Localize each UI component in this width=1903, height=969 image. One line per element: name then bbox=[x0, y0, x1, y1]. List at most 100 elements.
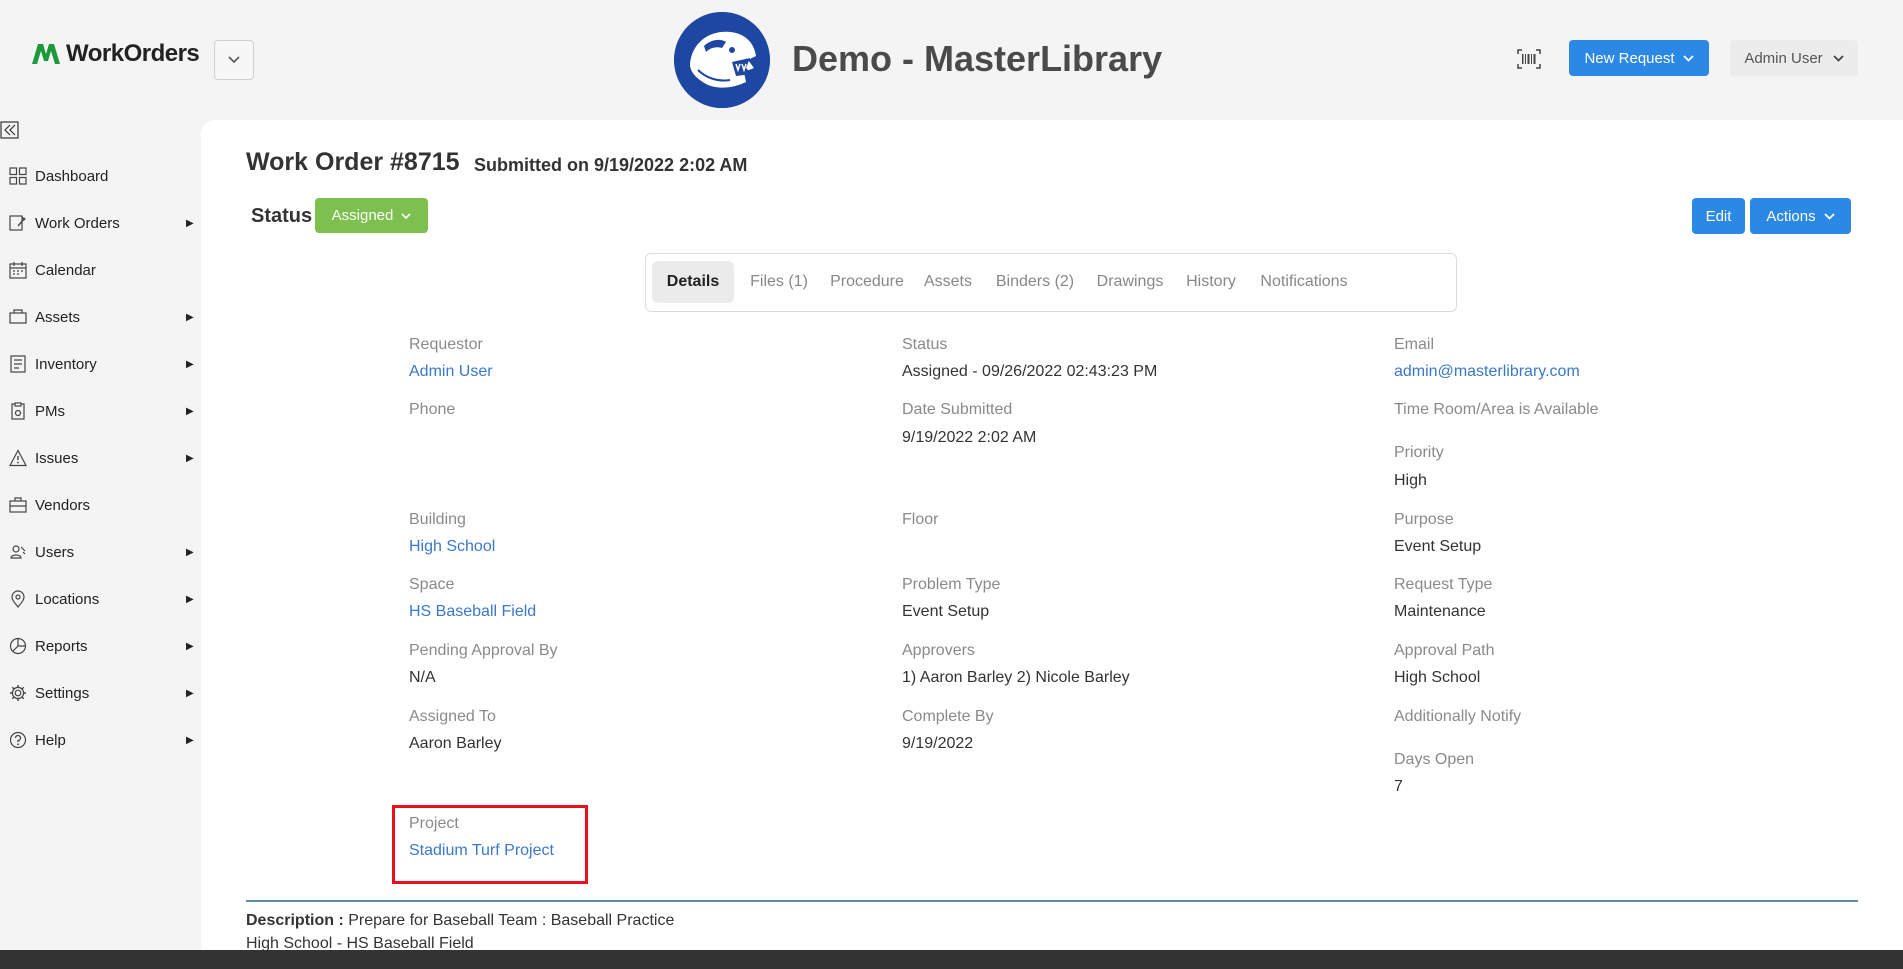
app-header: WorkOrders Demo - MasterLibrary New Requ… bbox=[0, 0, 1903, 120]
caret-right-icon: ▶ bbox=[186, 452, 194, 464]
actions-button[interactable]: Actions bbox=[1750, 198, 1851, 234]
tab-history[interactable]: History bbox=[1178, 261, 1244, 303]
users-icon bbox=[10, 545, 26, 559]
double-chevron-left-icon bbox=[0, 121, 19, 139]
sidebar-item-dashboard[interactable]: Dashboard bbox=[0, 156, 200, 196]
user-menu-label: Admin User bbox=[1744, 49, 1823, 67]
space-link[interactable]: HS Baseball Field bbox=[409, 603, 536, 621]
phone-label: Phone bbox=[409, 401, 456, 418]
vendors-icon bbox=[9, 497, 27, 513]
sidebar-collapse-button[interactable] bbox=[0, 120, 20, 140]
date-submitted-label: Date Submitted bbox=[902, 401, 1013, 418]
work-order-detail-panel: Work Order #8715 Submitted on 9/19/2022 … bbox=[201, 120, 1903, 950]
new-request-button[interactable]: New Request bbox=[1569, 40, 1709, 76]
time-room-label: Time Room/Area is Available bbox=[1394, 401, 1599, 418]
sidebar-item-label: Vendors bbox=[35, 496, 91, 514]
tab-assets[interactable]: Assets bbox=[916, 261, 980, 303]
approval-path-value: High School bbox=[1394, 669, 1481, 686]
sidebar-item-issues[interactable]: Issues ▶ bbox=[0, 438, 200, 478]
requestor-label: Requestor bbox=[409, 336, 483, 353]
status-value: Assigned bbox=[331, 207, 394, 224]
sidebar-item-label: Issues bbox=[35, 449, 79, 467]
purpose-value: Event Setup bbox=[1394, 538, 1482, 555]
sidebar-item-calendar[interactable]: Calendar bbox=[0, 250, 200, 290]
requestor-link[interactable]: Admin User bbox=[409, 363, 493, 381]
sidebar-item-reports[interactable]: Reports ▶ bbox=[0, 626, 200, 666]
description-label: Description : bbox=[246, 912, 344, 929]
complete-by-label: Complete By bbox=[902, 708, 994, 725]
tab-details[interactable]: Details bbox=[652, 261, 734, 303]
purpose-label: Purpose bbox=[1394, 511, 1454, 528]
sidebar-item-help[interactable]: Help ▶ bbox=[0, 720, 200, 760]
request-type-label: Request Type bbox=[1394, 576, 1493, 593]
status-field-label: Status bbox=[902, 336, 948, 353]
workorders-logo-icon bbox=[32, 44, 60, 64]
date-submitted-value: 9/19/2022 2:02 AM bbox=[902, 429, 1037, 446]
app-logo[interactable]: WorkOrders bbox=[30, 40, 200, 68]
sidebar-item-label: PMs bbox=[35, 402, 65, 420]
sidebar-item-label: Work Orders bbox=[35, 214, 120, 232]
complete-by-value: 9/19/2022 bbox=[902, 735, 974, 752]
section-divider bbox=[246, 900, 1858, 902]
work-orders-icon bbox=[9, 215, 26, 231]
sidebar-item-label: Calendar bbox=[35, 261, 96, 279]
days-open-label: Days Open bbox=[1394, 751, 1475, 768]
sidebar-item-pms[interactable]: PMs ▶ bbox=[0, 391, 200, 431]
caret-right-icon: ▶ bbox=[186, 640, 194, 652]
dashboard-icon bbox=[9, 167, 27, 185]
description-text: Prepare for Baseball Team : Baseball Pra… bbox=[343, 912, 675, 929]
tab-drawings[interactable]: Drawings bbox=[1089, 261, 1171, 303]
barcode-scan-button[interactable] bbox=[1514, 46, 1544, 72]
floor-label: Floor bbox=[902, 511, 939, 528]
caret-right-icon: ▶ bbox=[186, 546, 194, 558]
building-link[interactable]: High School bbox=[409, 538, 495, 556]
app-switcher-button[interactable] bbox=[214, 40, 254, 80]
sidebar-item-settings[interactable]: Settings ▶ bbox=[0, 673, 200, 713]
tab-procedure[interactable]: Procedure bbox=[824, 261, 910, 303]
chevron-down-icon bbox=[401, 212, 411, 219]
edit-button[interactable]: Edit bbox=[1692, 198, 1745, 234]
project-highlight-box bbox=[392, 805, 588, 884]
chevron-down-icon bbox=[1823, 212, 1835, 220]
sidebar-item-label: Locations bbox=[35, 590, 100, 608]
assigned-to-value: Aaron Barley bbox=[409, 735, 502, 752]
panther-mascot-icon bbox=[674, 12, 770, 108]
page-title: Work Order #8715 bbox=[246, 148, 460, 176]
app-name: WorkOrders bbox=[66, 40, 200, 67]
tab-files[interactable]: Files (1) bbox=[740, 261, 818, 303]
sidebar-item-label: Users bbox=[35, 543, 75, 561]
assets-icon bbox=[9, 309, 27, 324]
email-link[interactable]: admin@masterlibrary.com bbox=[1394, 363, 1580, 381]
tab-binders[interactable]: Binders (2) bbox=[987, 261, 1083, 303]
actions-label: Actions bbox=[1766, 207, 1816, 225]
sidebar-item-label: Help bbox=[35, 731, 66, 749]
approval-path-label: Approval Path bbox=[1394, 642, 1495, 659]
sidebar-item-vendors[interactable]: Vendors bbox=[0, 485, 200, 525]
sidebar-item-label: Settings bbox=[35, 684, 90, 702]
building-label: Building bbox=[409, 511, 466, 528]
pms-icon bbox=[11, 402, 25, 420]
priority-label: Priority bbox=[1394, 444, 1444, 461]
sidebar-item-work-orders[interactable]: Work Orders ▶ bbox=[0, 203, 200, 243]
user-menu-button[interactable]: Admin User bbox=[1730, 40, 1858, 76]
sidebar-item-assets[interactable]: Assets ▶ bbox=[0, 297, 200, 337]
sidebar-item-users[interactable]: Users ▶ bbox=[0, 532, 200, 572]
help-icon bbox=[9, 731, 27, 749]
sidebar-item-label: Reports bbox=[35, 637, 88, 655]
sidebar-item-locations[interactable]: Locations ▶ bbox=[0, 579, 200, 619]
tab-notifications[interactable]: Notifications bbox=[1250, 261, 1358, 303]
description-location: High School - HS Baseball Field bbox=[246, 935, 474, 950]
caret-right-icon: ▶ bbox=[186, 217, 194, 229]
calendar-icon bbox=[9, 262, 27, 279]
caret-right-icon: ▶ bbox=[186, 687, 194, 699]
caret-right-icon: ▶ bbox=[186, 311, 194, 323]
warning-icon bbox=[9, 449, 27, 467]
chevron-down-icon bbox=[1682, 54, 1694, 62]
sidebar-item-inventory[interactable]: Inventory ▶ bbox=[0, 344, 200, 384]
caret-right-icon: ▶ bbox=[186, 593, 194, 605]
sidebar-item-label: Inventory bbox=[35, 355, 97, 373]
approvers-value: 1) Aaron Barley 2) Nicole Barley bbox=[902, 669, 1130, 686]
status-field-value: Assigned - 09/26/2022 02:43:23 PM bbox=[902, 363, 1158, 380]
caret-right-icon: ▶ bbox=[186, 734, 194, 746]
status-dropdown[interactable]: Assigned bbox=[315, 198, 428, 233]
